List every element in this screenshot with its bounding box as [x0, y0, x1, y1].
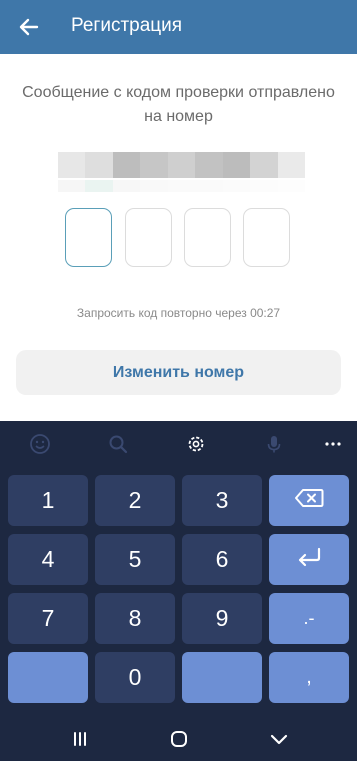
phone-number-blur-fade: [58, 180, 305, 192]
key-5[interactable]: 5: [95, 534, 175, 585]
key-6[interactable]: 6: [182, 534, 262, 585]
dot-dash-key[interactable]: .-: [269, 593, 349, 644]
numeric-keyboard: 1 2 3 4 5 6 7 8 9 .- 0 ,: [0, 421, 357, 761]
backspace-icon: [294, 487, 324, 514]
blank-right-key[interactable]: [182, 652, 262, 703]
system-nav-bar: [0, 717, 357, 761]
backspace-key[interactable]: [269, 475, 349, 526]
code-digit-2[interactable]: [125, 208, 172, 267]
more-dots-icon[interactable]: [320, 431, 346, 457]
resend-timer: Запросить код повторно через 00:27: [76, 306, 281, 320]
key-9[interactable]: 9: [182, 593, 262, 644]
key-8[interactable]: 8: [95, 593, 175, 644]
key-1[interactable]: 1: [8, 475, 88, 526]
back-chevron-icon[interactable]: [267, 727, 291, 751]
back-arrow-icon[interactable]: [16, 14, 42, 40]
settings-gear-icon[interactable]: [183, 431, 209, 457]
phone-number-blurred: [58, 152, 305, 178]
code-digit-1[interactable]: [65, 208, 112, 267]
page-title: Регистрация: [71, 15, 183, 36]
key-4[interactable]: 4: [8, 534, 88, 585]
key-3[interactable]: 3: [182, 475, 262, 526]
enter-key[interactable]: [269, 534, 349, 585]
code-input-group: [65, 208, 292, 269]
keyboard-toolbar: [0, 421, 357, 467]
enter-icon: [294, 546, 324, 574]
microphone-icon[interactable]: [261, 431, 287, 457]
app-bar: Регистрация: [0, 0, 357, 54]
blank-left-key[interactable]: [8, 652, 88, 703]
search-icon[interactable]: [105, 431, 131, 457]
sent-code-message: Сообщение с кодом проверки отправлено на…: [22, 84, 335, 125]
code-digit-4[interactable]: [243, 208, 290, 267]
change-number-button[interactable]: Изменить номер: [16, 350, 341, 395]
key-0[interactable]: 0: [95, 652, 175, 703]
home-icon[interactable]: [167, 727, 191, 751]
key-2[interactable]: 2: [95, 475, 175, 526]
emoji-icon[interactable]: [27, 431, 53, 457]
verification-panel: Сообщение с кодом проверки отправлено на…: [0, 54, 357, 421]
comma-key[interactable]: ,: [269, 652, 349, 703]
code-digit-3[interactable]: [184, 208, 231, 267]
key-7[interactable]: 7: [8, 593, 88, 644]
recent-apps-icon[interactable]: [68, 727, 92, 751]
